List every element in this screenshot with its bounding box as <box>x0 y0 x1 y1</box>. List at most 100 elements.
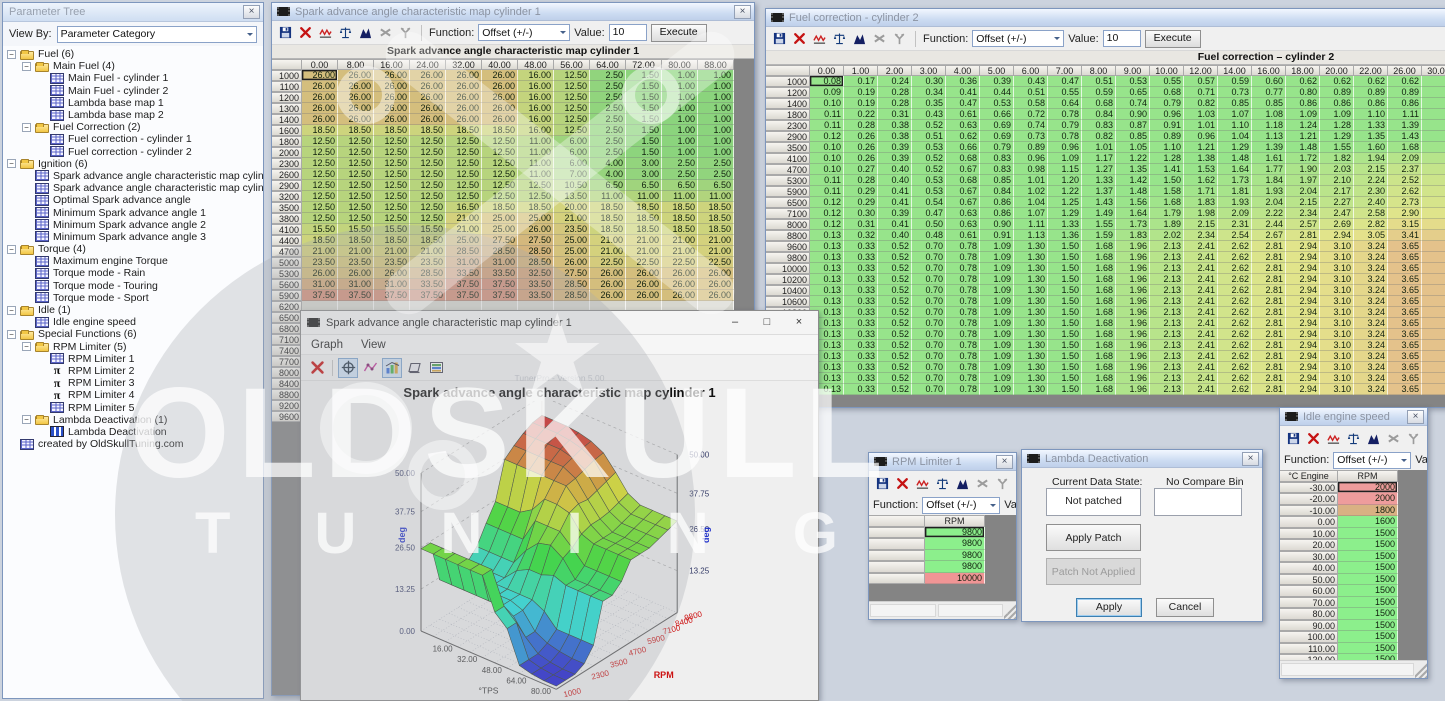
table-cell[interactable]: 3.65 <box>1388 318 1422 329</box>
row-header[interactable]: 1200 <box>272 92 302 103</box>
table-cell[interactable]: 0.51 <box>1014 87 1048 98</box>
row-header[interactable]: 9600 <box>766 241 810 252</box>
table-cell[interactable]: 12.50 <box>338 202 374 213</box>
table-cell[interactable]: 12.50 <box>338 136 374 147</box>
table-cell[interactable]: 0.33 <box>844 384 878 395</box>
row-header[interactable]: 2300 <box>766 120 810 131</box>
table-cell[interactable]: 2.94 <box>1286 274 1320 285</box>
table-cell[interactable]: 1.83 <box>1184 197 1218 208</box>
table-cell[interactable]: 0.52 <box>878 274 912 285</box>
table-cell[interactable]: 0.66 <box>946 142 980 153</box>
table-cell[interactable]: 1.11 <box>1014 219 1048 230</box>
table-cell[interactable]: 0.70 <box>912 351 946 362</box>
table-cell[interactable]: 1.50 <box>626 114 662 125</box>
expander-icon[interactable]: − <box>7 306 16 315</box>
table-cell[interactable]: 7.00 <box>554 169 590 180</box>
table-cell[interactable]: 2.94 <box>1286 285 1320 296</box>
waveform-icon[interactable] <box>1324 430 1342 447</box>
table-cell[interactable]: 0.78 <box>1048 109 1082 120</box>
table-cell[interactable]: 2.50 <box>590 103 626 114</box>
tree-item[interactable]: Idle engine speed <box>7 316 263 328</box>
row-header[interactable]: 3500 <box>272 202 302 213</box>
table-cell[interactable]: 3.65 <box>1388 329 1422 340</box>
table-cell[interactable]: 1.21 <box>1184 142 1218 153</box>
table-cell[interactable]: 2.57 <box>1286 219 1320 230</box>
row-header[interactable]: 120.00 <box>1280 654 1338 660</box>
table-cell[interactable]: 0.39 <box>878 208 912 219</box>
table-cell[interactable]: 12.50 <box>446 147 482 158</box>
table-cell[interactable]: 0.32 <box>844 230 878 241</box>
table-cell[interactable]: 0.85 <box>1252 98 1286 109</box>
table-cell[interactable]: 1.30 <box>1014 263 1048 274</box>
table-cell[interactable]: 1.18 <box>1252 120 1286 131</box>
table-cell[interactable]: 0.11 <box>810 186 844 197</box>
row-header[interactable]: 4400 <box>272 235 302 246</box>
table-cell[interactable]: 2.13 <box>1150 351 1184 362</box>
table-cell[interactable]: 1.09 <box>980 263 1014 274</box>
table-cell[interactable]: 1.50 <box>1150 175 1184 186</box>
menu-graph[interactable]: Graph <box>311 339 343 351</box>
table-cell[interactable]: 31.00 <box>482 257 518 268</box>
table-cell[interactable]: 0.64 <box>1048 98 1082 109</box>
table-cell[interactable]: 0.91 <box>980 230 1014 241</box>
table-cell[interactable]: 0.82 <box>1082 131 1116 142</box>
table-cell[interactable]: 3.24 <box>1354 340 1388 351</box>
table-cell[interactable]: 12.50 <box>374 158 410 169</box>
table-cell[interactable]: 1.00 <box>698 114 734 125</box>
table-cell[interactable]: 0.63 <box>946 208 980 219</box>
table-cell[interactable]: 2.58 <box>1354 208 1388 219</box>
table-cell[interactable]: 2.82 <box>1354 219 1388 230</box>
table-cell[interactable]: 1.00 <box>698 92 734 103</box>
table-cell[interactable]: 0.52 <box>878 241 912 252</box>
column-header[interactable]: 20.00 <box>1320 65 1354 76</box>
table-cell[interactable]: 0.53 <box>912 186 946 197</box>
column-header[interactable]: 8.00 <box>1082 65 1116 76</box>
table-cell[interactable]: 37.50 <box>446 290 482 301</box>
table-cell[interactable]: 12.50 <box>446 158 482 169</box>
table-cell[interactable]: 12.50 <box>554 92 590 103</box>
table-cell[interactable]: 0.78 <box>946 252 980 263</box>
table-cell[interactable]: 1600 <box>1338 516 1398 528</box>
column-header[interactable]: 14.00 <box>1218 65 1252 76</box>
table-cell[interactable]: 37.50 <box>446 279 482 290</box>
table-cell[interactable]: 11.00 <box>518 136 554 147</box>
table-cell[interactable]: 3.65 <box>1388 307 1422 318</box>
table-cell[interactable]: 1500 <box>1338 654 1398 660</box>
table-cell[interactable]: 1.09 <box>980 351 1014 362</box>
tree-item[interactable]: Minimum Spark advance angle 1 <box>7 206 263 218</box>
row-header[interactable]: 10000 <box>766 263 810 274</box>
column-header[interactable]: RPM <box>1338 470 1398 482</box>
scales-icon[interactable] <box>933 475 951 492</box>
table-cell[interactable]: 0.10 <box>810 164 844 175</box>
table-cell[interactable]: 2.94 <box>1286 296 1320 307</box>
table-cell[interactable]: 1.01 <box>1082 142 1116 153</box>
column-header[interactable]: 7.00 <box>1048 65 1082 76</box>
table-cell[interactable]: 21.00 <box>302 246 338 257</box>
table-cell[interactable]: 0.13 <box>810 274 844 285</box>
table-cell[interactable]: 1.60 <box>1354 142 1388 153</box>
table-cell[interactable]: 2.50 <box>662 169 698 180</box>
table-cell[interactable]: 4.00 <box>590 169 626 180</box>
table-cell[interactable]: 18.50 <box>590 213 626 224</box>
table-cell[interactable]: 26.00 <box>446 92 482 103</box>
table-cell[interactable]: 1.35 <box>1116 164 1150 175</box>
table-cell[interactable]: 3.10 <box>1320 351 1354 362</box>
minimize-icon[interactable]: – <box>722 314 748 332</box>
table-cell[interactable]: 3.10 <box>1320 362 1354 373</box>
table-cell[interactable]: 3.24 <box>1354 296 1388 307</box>
table-cell[interactable]: 26.00 <box>374 81 410 92</box>
tree-item[interactable]: πRPM Limiter 3 <box>7 377 263 389</box>
table-cell[interactable]: 1.68 <box>1082 307 1116 318</box>
table-cell[interactable]: 2.41 <box>1184 263 1218 274</box>
table-cell[interactable]: 12.50 <box>338 158 374 169</box>
table-cell[interactable]: 2.41 <box>1184 252 1218 263</box>
table-cell[interactable]: 1.97 <box>1286 175 1320 186</box>
table-cell[interactable]: 12.50 <box>338 213 374 224</box>
table-cell[interactable]: 1500 <box>1338 585 1398 597</box>
table-cell[interactable]: 28.50 <box>554 279 590 290</box>
table-cell[interactable]: 1.73 <box>1218 175 1252 186</box>
column-header[interactable]: 6.00 <box>1014 65 1048 76</box>
table-cell[interactable]: 26.00 <box>482 92 518 103</box>
table-cell[interactable]: 0.13 <box>810 296 844 307</box>
table-cell[interactable]: 3.24 <box>1354 274 1388 285</box>
